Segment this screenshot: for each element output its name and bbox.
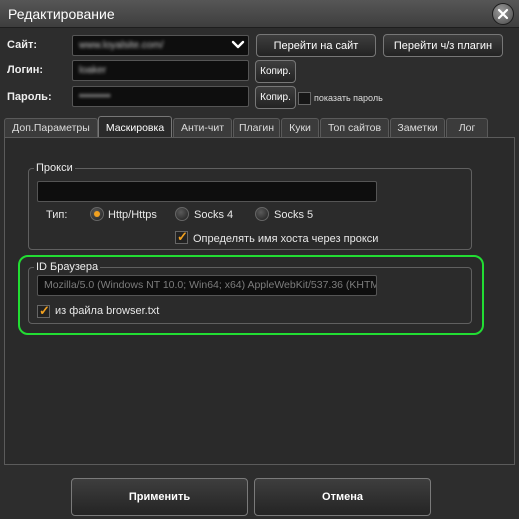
go-to-site-button[interactable]: Перейти на сайт xyxy=(256,34,376,57)
radio-socks5[interactable] xyxy=(255,207,269,221)
password-label: Пароль: xyxy=(7,91,52,103)
tab-top-sites[interactable]: Топ сайтов xyxy=(320,118,389,137)
radio-http[interactable] xyxy=(90,207,104,221)
proxy-group-title: Прокси xyxy=(34,162,75,174)
tab-anti-cheat[interactable]: Анти-чит xyxy=(173,118,232,137)
site-value: www.loyalsite.com/ xyxy=(79,40,164,51)
title-bar: Редактирование xyxy=(0,0,519,28)
radio-http-label: Http/Https xyxy=(108,209,157,221)
tab-masking[interactable]: Маскировка xyxy=(98,116,172,138)
login-input[interactable]: loaker xyxy=(72,60,249,81)
go-via-plugin-button[interactable]: Перейти ч/з плагин xyxy=(383,34,503,57)
tab-notes[interactable]: Заметки xyxy=(390,118,445,137)
radio-socks4-label: Socks 4 xyxy=(194,209,234,221)
password-value: ••••••••• xyxy=(79,91,111,102)
password-input[interactable]: ••••••••• xyxy=(72,86,249,107)
tab-extra-params[interactable]: Доп.Параметры xyxy=(4,118,98,137)
radio-socks4[interactable] xyxy=(175,207,189,221)
copy-login-button[interactable]: Копир. xyxy=(255,60,296,83)
tab-bar: Доп.Параметры Маскировка Анти-чит Плагин… xyxy=(0,116,519,138)
tab-plugin[interactable]: Плагин xyxy=(233,118,280,137)
resolve-host-label: Определять имя хоста через прокси xyxy=(193,233,379,245)
login-value: loaker xyxy=(79,65,107,76)
apply-button[interactable]: Применить xyxy=(71,478,248,516)
close-icon xyxy=(497,8,509,20)
tab-cookies[interactable]: Куки xyxy=(281,118,319,137)
site-select[interactable]: www.loyalsite.com/ xyxy=(72,35,249,56)
window-title: Редактирование xyxy=(8,6,115,22)
tab-log[interactable]: Лог xyxy=(446,118,488,137)
highlight-frame xyxy=(18,255,484,335)
copy-password-button[interactable]: Копир. xyxy=(255,86,296,109)
site-label: Сайт: xyxy=(7,39,38,51)
show-password-checkbox[interactable] xyxy=(298,92,311,105)
cancel-button[interactable]: Отмена xyxy=(254,478,431,516)
resolve-host-checkbox[interactable] xyxy=(175,229,188,245)
close-button[interactable] xyxy=(492,3,514,25)
proxy-input[interactable] xyxy=(37,181,377,202)
show-password-label: показать пароль xyxy=(314,93,383,103)
proxy-type-label: Тип: xyxy=(46,209,68,221)
chevron-down-icon xyxy=(231,40,245,49)
radio-socks5-label: Socks 5 xyxy=(274,209,314,221)
login-label: Логин: xyxy=(7,64,44,76)
